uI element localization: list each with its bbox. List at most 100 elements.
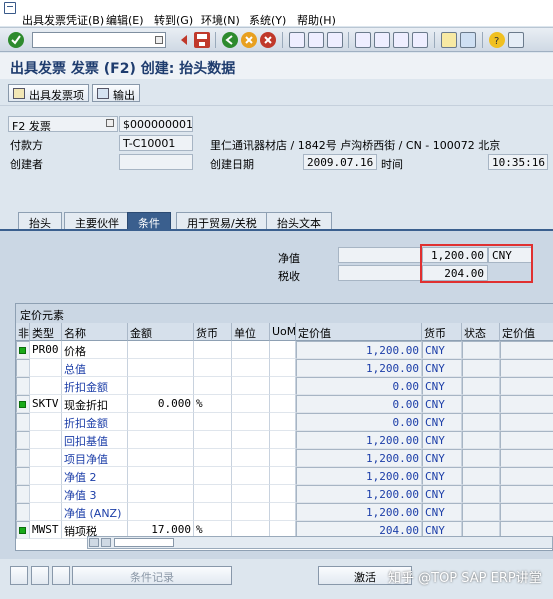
- tab-trade-customs[interactable]: 用于贸易/关税: [176, 212, 268, 230]
- uom-cell[interactable]: [270, 413, 296, 431]
- amount-cell[interactable]: [128, 377, 194, 395]
- condition-type-cell[interactable]: SKTV: [30, 395, 62, 413]
- find-next-icon[interactable]: [327, 32, 343, 48]
- enter-check-icon[interactable]: [8, 32, 24, 48]
- currency-cell[interactable]: [194, 503, 232, 521]
- unit-cell[interactable]: [232, 503, 270, 521]
- uom-cell[interactable]: [270, 431, 296, 449]
- column-header-col-pricing-value[interactable]: 定价值: [296, 323, 422, 341]
- output-button[interactable]: 输出: [92, 84, 140, 102]
- currency-cell[interactable]: [194, 431, 232, 449]
- unit-cell[interactable]: [232, 431, 270, 449]
- currency-cell[interactable]: [194, 359, 232, 377]
- items-button[interactable]: 出具发票项: [8, 84, 89, 102]
- currency-cell[interactable]: [194, 449, 232, 467]
- scroll-right-icon[interactable]: [101, 538, 111, 547]
- amount-cell[interactable]: [128, 503, 194, 521]
- uom-cell[interactable]: [270, 395, 296, 413]
- menu-help[interactable]: 帮助(H): [297, 12, 336, 28]
- unit-cell[interactable]: [232, 413, 270, 431]
- document-type-field[interactable]: F2 发票: [8, 116, 118, 132]
- back-icon[interactable]: [222, 32, 238, 48]
- condition-type-cell[interactable]: [30, 503, 62, 521]
- unit-cell[interactable]: [232, 395, 270, 413]
- currency-cell[interactable]: [194, 467, 232, 485]
- condition-type-cell[interactable]: [30, 485, 62, 503]
- amount-cell[interactable]: 0.000: [128, 395, 194, 413]
- condition-type-cell[interactable]: [30, 413, 62, 431]
- table-horizontal-scrollbar[interactable]: [87, 536, 553, 549]
- column-header-col-status[interactable]: 状态: [462, 323, 500, 341]
- column-header-col-inactive[interactable]: 非: [16, 323, 30, 341]
- currency-cell[interactable]: [194, 377, 232, 395]
- amount-cell[interactable]: [128, 431, 194, 449]
- shortcut-icon[interactable]: [460, 32, 476, 48]
- column-header-col-pricing-value-2[interactable]: 定价值: [500, 323, 553, 341]
- command-field[interactable]: [32, 32, 166, 48]
- scroll-thumb[interactable]: [114, 538, 174, 547]
- next-page-icon[interactable]: [393, 32, 409, 48]
- condition-type-cell[interactable]: [30, 377, 62, 395]
- uom-cell[interactable]: [270, 503, 296, 521]
- menu-invoice-document[interactable]: 出具发票凭证(B): [22, 12, 104, 28]
- amount-cell[interactable]: [128, 467, 194, 485]
- print-icon[interactable]: [289, 32, 305, 48]
- tab-header[interactable]: 抬头: [18, 212, 62, 230]
- amount-cell[interactable]: [128, 413, 194, 431]
- first-page-icon[interactable]: [355, 32, 371, 48]
- delete-row-icon[interactable]: [52, 566, 70, 585]
- unit-cell[interactable]: [232, 341, 270, 359]
- column-header-col-currency[interactable]: 货币: [194, 323, 232, 341]
- amount-cell[interactable]: [128, 485, 194, 503]
- condition-type-cell[interactable]: [30, 449, 62, 467]
- previous-page-icon[interactable]: [374, 32, 390, 48]
- details-icon[interactable]: [10, 566, 28, 585]
- sap-window-icon[interactable]: [4, 2, 16, 14]
- condition-type-cell[interactable]: MWST: [30, 521, 62, 539]
- tab-conditions[interactable]: 条件: [127, 212, 171, 230]
- unit-cell[interactable]: [232, 485, 270, 503]
- amount-cell[interactable]: [128, 359, 194, 377]
- uom-cell[interactable]: [270, 449, 296, 467]
- uom-cell[interactable]: [270, 359, 296, 377]
- column-header-col-type[interactable]: 类型: [30, 323, 62, 341]
- condition-type-cell[interactable]: [30, 359, 62, 377]
- exit-icon[interactable]: [241, 32, 257, 48]
- currency-cell[interactable]: [194, 341, 232, 359]
- last-page-icon[interactable]: [412, 32, 428, 48]
- menu-system[interactable]: 系统(Y): [249, 12, 286, 28]
- menu-environment[interactable]: 环境(N): [201, 12, 240, 28]
- uom-cell[interactable]: [270, 485, 296, 503]
- column-header-col-uom[interactable]: UoM: [270, 323, 296, 341]
- find-icon[interactable]: [308, 32, 324, 48]
- unit-cell[interactable]: [232, 449, 270, 467]
- document-type-dropdown-icon[interactable]: [106, 119, 114, 127]
- save-icon[interactable]: [194, 32, 210, 48]
- condition-type-cell[interactable]: PR00: [30, 341, 62, 359]
- customize-layout-icon[interactable]: [508, 32, 524, 48]
- currency-cell[interactable]: [194, 485, 232, 503]
- uom-cell[interactable]: [270, 467, 296, 485]
- currency-cell[interactable]: [194, 413, 232, 431]
- amount-cell[interactable]: [128, 449, 194, 467]
- amount-cell[interactable]: [128, 341, 194, 359]
- uom-cell[interactable]: [270, 341, 296, 359]
- back-arrow-small-icon[interactable]: [176, 32, 192, 48]
- cancel-icon[interactable]: [260, 32, 276, 48]
- condition-type-cell[interactable]: [30, 431, 62, 449]
- command-history-dropdown-icon[interactable]: [155, 36, 163, 44]
- column-header-col-name[interactable]: 名称: [62, 323, 128, 341]
- help-icon[interactable]: ?: [489, 32, 505, 48]
- condition-record-button[interactable]: 条件记录: [72, 566, 232, 585]
- tab-header-text[interactable]: 抬头文本: [266, 212, 332, 230]
- insert-row-icon[interactable]: [31, 566, 49, 585]
- column-header-col-unit[interactable]: 单位: [232, 323, 270, 341]
- tab-main-partners[interactable]: 主要伙伴: [64, 212, 130, 230]
- condition-type-cell[interactable]: [30, 467, 62, 485]
- currency-cell[interactable]: %: [194, 395, 232, 413]
- unit-cell[interactable]: [232, 377, 270, 395]
- create-session-icon[interactable]: [441, 32, 457, 48]
- column-header-col-amount[interactable]: 金额: [128, 323, 194, 341]
- unit-cell[interactable]: [232, 359, 270, 377]
- column-header-col-currency-2[interactable]: 货币: [422, 323, 462, 341]
